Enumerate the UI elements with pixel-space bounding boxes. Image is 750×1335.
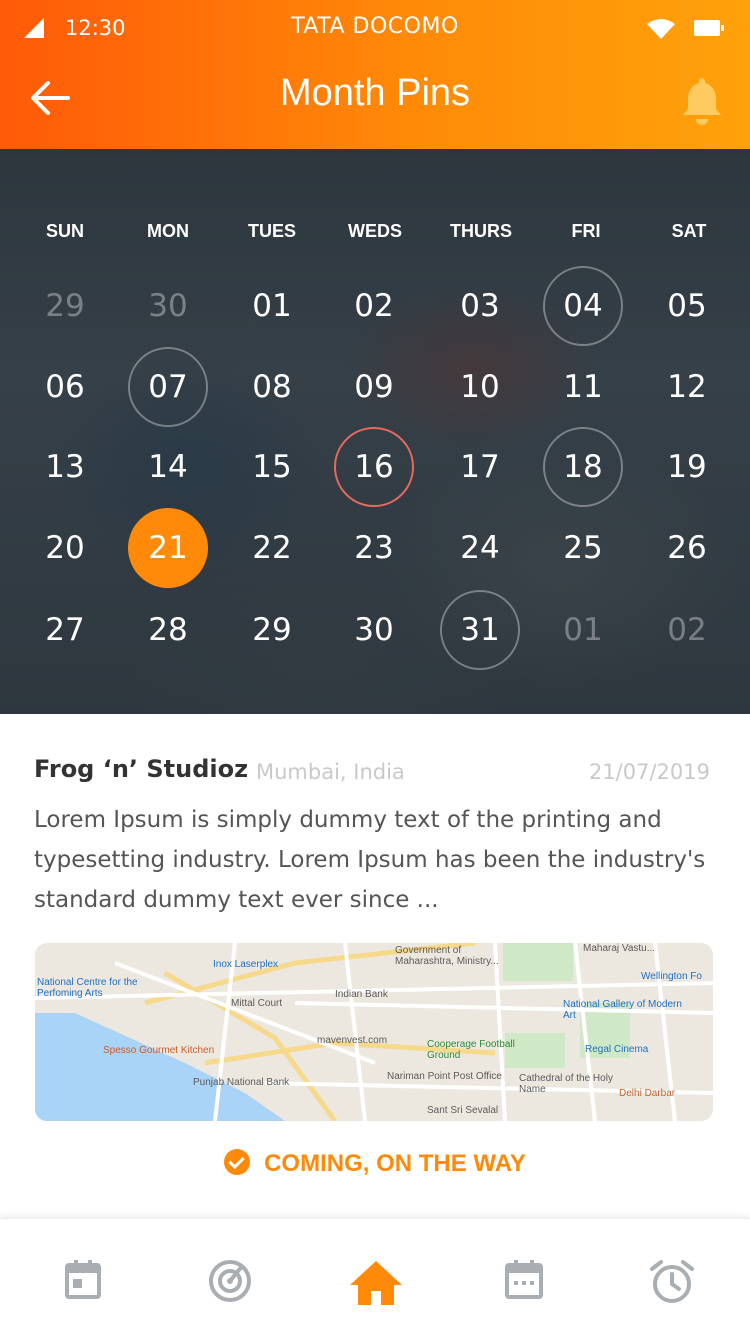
calendar-day[interactable]: 27 [25, 590, 105, 670]
calendar-day[interactable]: 05 [647, 266, 727, 346]
calendar-day[interactable]: 14 [128, 427, 208, 507]
calendar-icon [65, 1260, 101, 1299]
calendar-day[interactable]: 11 [543, 347, 623, 427]
event-status-label: COMING, ON THE WAY [264, 1150, 526, 1177]
map-place-label: mavenvest.com [317, 1035, 388, 1046]
calendar-day[interactable]: 24 [440, 508, 520, 588]
calendar-day[interactable]: 01 [543, 590, 623, 670]
calendar-day[interactable]: 08 [232, 347, 312, 427]
header: 12:30 TATA DOCOMO Month Pins [0, 0, 750, 149]
month-calendar: SUN MON TUES WEDS THURS FRI SAT 29 30 01 02 03 04 05… [0, 149, 750, 714]
calendar-day[interactable]: 29 [25, 266, 105, 346]
map-place-label: Government of Maharashtra, Ministry... [395, 945, 499, 967]
calendar-day[interactable]: 28 [128, 590, 208, 670]
weekday-label: THURS [450, 221, 512, 241]
calendar-day[interactable]: 31 [440, 590, 520, 670]
radar-icon [209, 1260, 251, 1302]
calendar-day[interactable]: 23 [334, 508, 414, 588]
event-date: 21/07/2019 [588, 760, 710, 784]
bell-icon[interactable] [680, 74, 724, 126]
map-place-label: Inox Laserplex [213, 959, 279, 970]
alarm-icon [650, 1260, 694, 1303]
weekday-label: WEDS [348, 221, 402, 241]
calendar-day[interactable]: 30 [128, 266, 208, 346]
calendar-day[interactable]: 09 [334, 347, 414, 427]
calendar-day[interactable]: 17 [440, 427, 520, 507]
calendar-day[interactable]: 06 [25, 347, 105, 427]
event-map[interactable]: Government of Maharashtra, Ministry... In… [35, 943, 713, 1121]
event-description: Lorem Ipsum is simply dummy text of the … [34, 807, 706, 913]
map-place-label: Mittal Court [231, 998, 283, 1009]
weekday-label: SAT [671, 221, 707, 241]
status-carrier: TATA DOCOMO [291, 14, 459, 39]
calendar-day[interactable]: 20 [25, 508, 105, 588]
weekday-label: MON [147, 221, 189, 241]
calendar-day-selected[interactable]: 21 [128, 508, 208, 588]
calendar-day[interactable]: 25 [543, 508, 623, 588]
status-bar: 12:30 TATA DOCOMO [0, 0, 750, 56]
event-location: Mumbai, India [256, 760, 405, 784]
map-place-label: Punjab National Bank [193, 1077, 290, 1088]
check-circle-icon [224, 1148, 251, 1175]
nav-calendar[interactable] [8, 1219, 158, 1335]
calendar-day[interactable]: 02 [334, 266, 414, 346]
calendar-day[interactable]: 16 [334, 427, 414, 507]
calendar-day[interactable]: 02 [647, 590, 727, 670]
calendar-day[interactable]: 01 [232, 266, 312, 346]
event-status: COMING, ON THE WAY [0, 1148, 750, 1178]
weekday-label: FRI [571, 221, 601, 241]
calendar-day[interactable]: 19 [647, 427, 727, 507]
battery-icon [694, 20, 724, 36]
calendar-day[interactable]: 26 [647, 508, 727, 588]
calendar-day[interactable]: 12 [647, 347, 727, 427]
nav-home[interactable] [301, 1219, 451, 1335]
calendar-day[interactable]: 13 [25, 427, 105, 507]
calendar-day[interactable]: 03 [440, 266, 520, 346]
calendar-day[interactable]: 04 [543, 266, 623, 346]
map-place-label: Regal Cinema [585, 1044, 649, 1055]
page-title: Month Pins [279, 72, 471, 114]
map-place-label: Cooperage Football Ground [427, 1039, 515, 1061]
calendar-day[interactable]: 10 [440, 347, 520, 427]
calendar-day[interactable]: 29 [232, 590, 312, 670]
calendar-day[interactable]: 22 [232, 508, 312, 588]
wifi-icon [647, 19, 675, 39]
nav-events[interactable] [449, 1219, 599, 1335]
event-name: Frog ‘n’ Studioz [34, 755, 249, 783]
nav-alarm[interactable] [597, 1219, 747, 1335]
map-place-label: National Gallery of Modern Art [563, 999, 682, 1021]
calendar-day[interactable]: 15 [232, 427, 312, 507]
map-place-label: National Centre for the Perfoming Arts [37, 977, 138, 999]
nav-radar[interactable] [155, 1219, 305, 1335]
map-place-label: Wellington Fo [641, 971, 702, 982]
calendar-day[interactable]: 07 [128, 347, 208, 427]
map-place-label: Indian Bank [335, 989, 388, 1000]
map-place-label: Sant Sri Sevalal [427, 1105, 499, 1116]
weekday-label: TUES [247, 221, 296, 241]
map-place-label: Nariman Point Post Office [387, 1071, 502, 1082]
weekday-label: SUN [45, 221, 84, 241]
map-place-label: Maharaj Vastu... [583, 943, 656, 954]
bottom-nav [0, 1218, 750, 1335]
map-place-label: Spesso Gourmet Kitchen [103, 1045, 215, 1056]
calendar-day[interactable]: 18 [543, 427, 623, 507]
calendar-dots-icon [505, 1260, 543, 1299]
calendar-day[interactable]: 30 [334, 590, 414, 670]
home-icon [350, 1261, 402, 1305]
map-place-label: Delhi Darbar [619, 1088, 676, 1099]
